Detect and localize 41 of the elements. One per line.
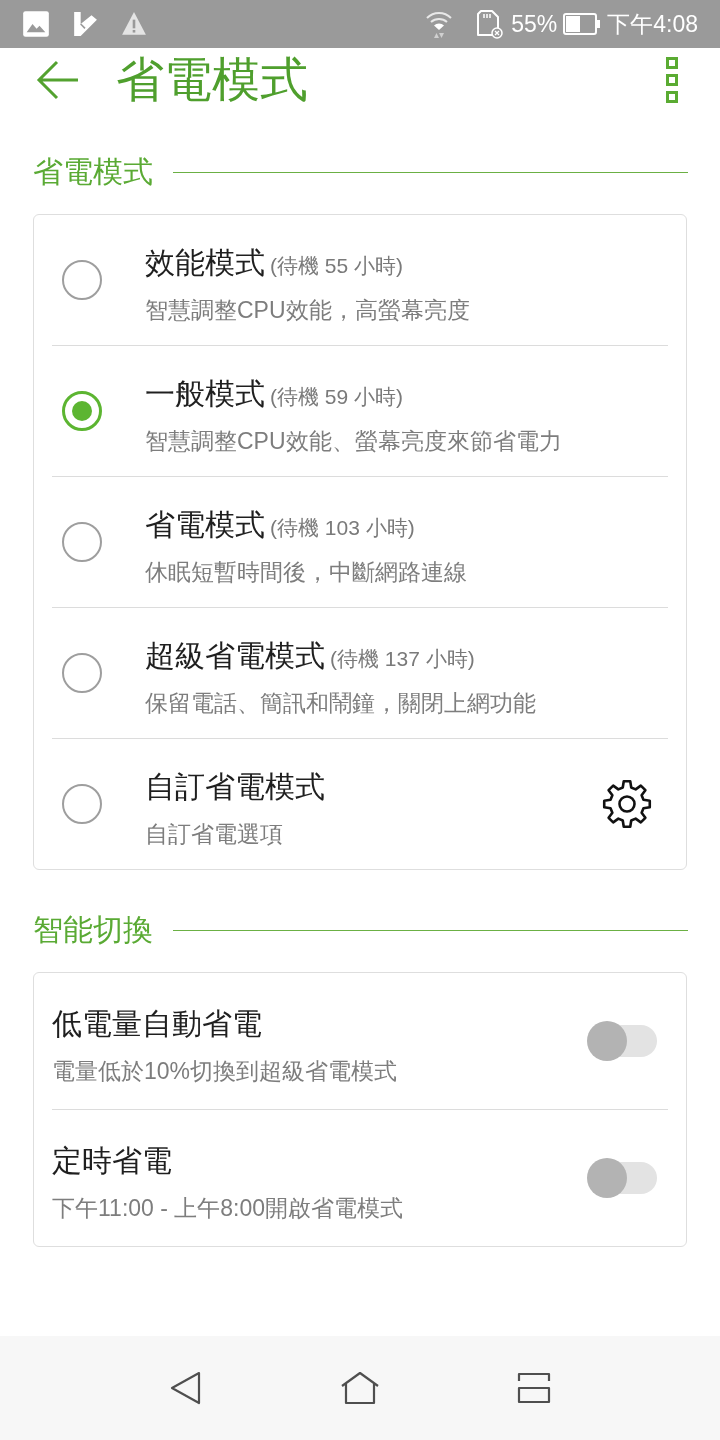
battery-icon (563, 13, 602, 35)
battery-percent: 55% (511, 12, 558, 36)
page-title: 省電模式 (116, 52, 308, 108)
setting-description: 下午11:00 - 上午8:00開啟省電模式 (52, 1194, 405, 1223)
setting-title: 定時省電 (52, 1143, 173, 1179)
image-icon (22, 10, 50, 38)
option-title: 省電模式 (145, 507, 265, 543)
option-description: 智慧調整CPU效能，高螢幕亮度 (145, 296, 471, 325)
radio-button[interactable] (62, 653, 102, 693)
option-title: 一般模式 (145, 376, 265, 412)
toggle-switch[interactable] (587, 1021, 657, 1061)
option-title: 超級省電模式 (145, 638, 325, 674)
settings-icon[interactable] (602, 779, 652, 829)
setting-title: 低電量自動省電 (52, 1006, 263, 1042)
home-icon[interactable] (340, 1371, 380, 1405)
option-description: 休眠短暫時間後，中斷網路連線 (145, 558, 468, 587)
option-title: 自訂省電模式 (145, 769, 325, 805)
standby-time: (待機 55 小時) (270, 253, 403, 279)
option-description: 自訂省電選項 (145, 820, 284, 849)
radio-button[interactable] (62, 260, 102, 300)
section-title: 省電模式 (33, 154, 153, 190)
section-title: 智能切換 (33, 912, 153, 948)
option-description: 保留電話、簡訊和鬧鐘，關閉上網功能 (145, 689, 537, 718)
option-description: 智慧調整CPU效能、螢幕亮度來節省電力 (145, 427, 563, 456)
recent-apps-icon[interactable] (517, 1372, 552, 1404)
sd-card-icon (475, 9, 504, 39)
back-icon[interactable] (168, 1371, 203, 1405)
setting-description: 電量低於10%切換到超級省電模式 (52, 1057, 399, 1086)
standby-time: (待機 137 小時) (330, 646, 475, 672)
toggle-switch[interactable] (587, 1158, 657, 1198)
radio-button[interactable] (62, 522, 102, 562)
more-options-icon[interactable] (666, 57, 678, 103)
clock-time: 下午4:08 (607, 12, 698, 36)
radio-button[interactable] (62, 784, 102, 824)
option-title: 效能模式 (145, 245, 265, 281)
radio-button[interactable] (62, 391, 102, 431)
back-arrow-icon[interactable] (36, 60, 80, 100)
standby-time: (待機 59 小時) (270, 384, 403, 410)
standby-time: (待機 103 小時) (270, 515, 415, 541)
warning-icon (120, 11, 148, 37)
checkmark-icon (72, 11, 98, 37)
